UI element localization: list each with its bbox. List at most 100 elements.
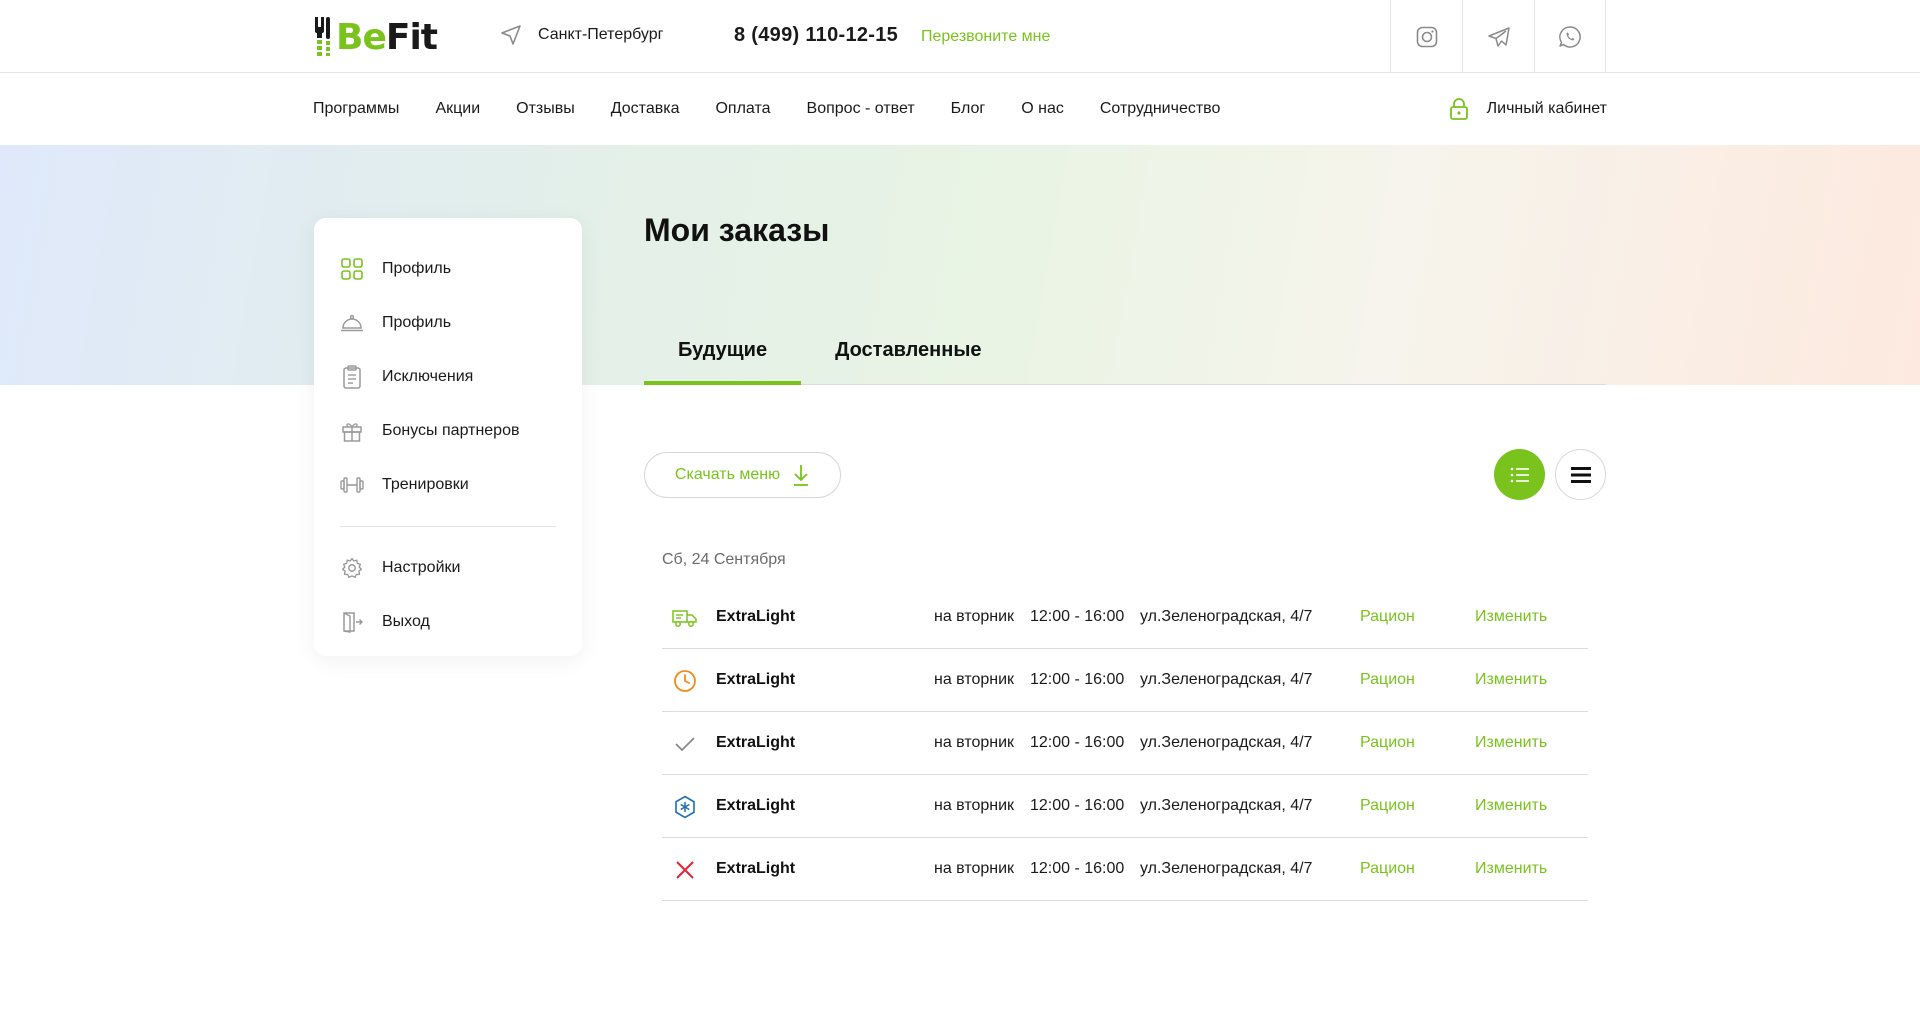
sidebar-item-label: Профиль (382, 314, 452, 331)
order-address: ул.Зеленоградская, 4/7 (1140, 860, 1313, 877)
sidebar-item-label: Исключения (382, 368, 474, 385)
edit-link[interactable]: Изменить (1475, 671, 1547, 689)
nav-item-cooperation[interactable]: Сотрудничество (1100, 100, 1221, 118)
instagram-button[interactable] (1390, 0, 1462, 73)
order-day: на вторник (934, 797, 1015, 814)
order-date: Сб, 24 Сентября (662, 551, 786, 568)
instagram-icon (1416, 26, 1437, 47)
ration-link[interactable]: Рацион (1360, 860, 1415, 878)
order-address: ул.Зеленоградская, 4/7 (1140, 797, 1313, 814)
order-time: 12:00 - 16:00 (1030, 734, 1125, 751)
callback-link[interactable]: Перезвоните мне (921, 28, 1050, 46)
order-row[interactable]: ExtraLight на вторник 12:00 - 16:00 ул.З… (662, 712, 1588, 775)
social-links (1390, 0, 1606, 73)
tab-future[interactable]: Будущие (644, 335, 802, 385)
nav-item-payment[interactable]: Оплата (715, 100, 770, 118)
order-day: на вторник (934, 860, 1015, 877)
delivery-truck-icon (672, 605, 698, 631)
gift-icon (340, 419, 364, 443)
personal-account-label: Личный кабинет (1486, 100, 1607, 117)
list-view-toggle[interactable] (1494, 449, 1545, 500)
sidebar-item-exclusions[interactable]: Исключения (340, 350, 556, 404)
top-header: BeFit Санкт-Петербург 8 (499) 110-12-15 … (0, 0, 1920, 73)
checkmark-icon (672, 731, 698, 757)
sidebar-item-profile[interactable]: Профиль (340, 242, 556, 296)
ration-link[interactable]: Рацион (1360, 671, 1415, 689)
order-row[interactable]: ExtraLight на вторник 12:00 - 16:00 ул.З… (662, 649, 1588, 712)
exit-icon (340, 610, 364, 634)
download-menu-button[interactable]: Скачать меню (644, 452, 841, 498)
orders-tabs: Будущие Доставленные (644, 335, 1606, 385)
list-icon (1510, 467, 1529, 482)
rows-icon (1570, 466, 1591, 483)
download-icon (794, 465, 809, 486)
rows-view-toggle[interactable] (1555, 449, 1606, 500)
snowflake-icon (672, 794, 698, 820)
personal-account-link[interactable]: Личный кабинет (1449, 98, 1607, 120)
telegram-icon (1487, 26, 1510, 47)
nav-item-blog[interactable]: Блог (951, 100, 986, 118)
edit-link[interactable]: Изменить (1475, 734, 1547, 752)
whatsapp-button[interactable] (1534, 0, 1606, 73)
edit-link[interactable]: Изменить (1475, 608, 1547, 626)
city-selector[interactable]: Санкт-Петербург (500, 24, 663, 46)
edit-link[interactable]: Изменить (1475, 797, 1547, 815)
ration-link[interactable]: Рацион (1360, 797, 1415, 815)
order-address: ул.Зеленоградская, 4/7 (1140, 608, 1313, 625)
order-program-name: ExtraLight (716, 608, 796, 625)
ration-link[interactable]: Рацион (1360, 608, 1415, 626)
sidebar-item-label: Тренировки (382, 476, 469, 493)
order-program-name: ExtraLight (716, 734, 796, 751)
sidebar-item-profile-2[interactable]: Профиль (340, 296, 556, 350)
main-navigation: Программы Акции Отзывы Доставка Оплата В… (0, 73, 1920, 145)
lock-icon (1449, 98, 1468, 120)
cross-icon (672, 857, 698, 883)
sidebar-item-label: Профиль (382, 260, 452, 277)
order-address: ул.Зеленоградская, 4/7 (1140, 734, 1313, 751)
orders-list: ExtraLight на вторник 12:00 - 16:00 ул.З… (662, 586, 1588, 901)
order-row[interactable]: ExtraLight на вторник 12:00 - 16:00 ул.З… (662, 838, 1588, 901)
sidebar-item-label: Настройки (382, 559, 461, 576)
cloche-icon (340, 311, 364, 335)
logo-fit: Fit (385, 16, 438, 58)
city-label: Санкт-Петербург (538, 26, 664, 43)
sidebar-item-label: Выход (382, 613, 430, 630)
telegram-button[interactable] (1462, 0, 1534, 73)
logo[interactable]: BeFit (313, 16, 438, 58)
gear-icon (340, 556, 364, 580)
order-day: на вторник (934, 734, 1015, 751)
phone-number[interactable]: 8 (499) 110-12-15 (734, 24, 898, 47)
grid-icon (340, 257, 364, 281)
account-sidebar: Профиль Профиль Исключения Бонусы партне… (314, 218, 582, 656)
order-row[interactable]: ExtraLight на вторник 12:00 - 16:00 ул.З… (662, 775, 1588, 838)
edit-link[interactable]: Изменить (1475, 860, 1547, 878)
whatsapp-icon (1559, 25, 1581, 48)
ration-link[interactable]: Рацион (1360, 734, 1415, 752)
page-title: Мои заказы (644, 212, 830, 248)
nav-item-delivery[interactable]: Доставка (611, 100, 680, 118)
sidebar-item-partner-bonuses[interactable]: Бонусы партнеров (340, 404, 556, 458)
tab-delivered[interactable]: Доставленные (801, 335, 1015, 385)
order-time: 12:00 - 16:00 (1030, 608, 1125, 625)
nav-item-faq[interactable]: Вопрос - ответ (807, 100, 915, 118)
sidebar-item-settings[interactable]: Настройки (340, 541, 556, 595)
fork-logo-icon (315, 17, 330, 56)
nav-item-reviews[interactable]: Отзывы (516, 100, 575, 118)
order-day: на вторник (934, 671, 1015, 688)
order-program-name: ExtraLight (716, 860, 796, 877)
sidebar-divider (340, 526, 556, 527)
sidebar-item-workouts[interactable]: Тренировки (340, 458, 556, 512)
order-time: 12:00 - 16:00 (1030, 860, 1125, 877)
order-row[interactable]: ExtraLight на вторник 12:00 - 16:00 ул.З… (662, 586, 1588, 649)
order-program-name: ExtraLight (716, 797, 796, 814)
logo-be: Be (336, 16, 387, 58)
nav-item-promotions[interactable]: Акции (435, 100, 480, 118)
sidebar-item-logout[interactable]: Выход (340, 595, 556, 649)
nav-item-about[interactable]: О нас (1021, 100, 1064, 118)
nav-menu: Программы Акции Отзывы Доставка Оплата В… (313, 100, 1256, 118)
clipboard-icon (340, 365, 364, 389)
page: BeFit Санкт-Петербург 8 (499) 110-12-15 … (0, 0, 1920, 1024)
clock-icon (672, 668, 698, 694)
nav-item-programs[interactable]: Программы (313, 100, 399, 118)
order-address: ул.Зеленоградская, 4/7 (1140, 671, 1313, 688)
